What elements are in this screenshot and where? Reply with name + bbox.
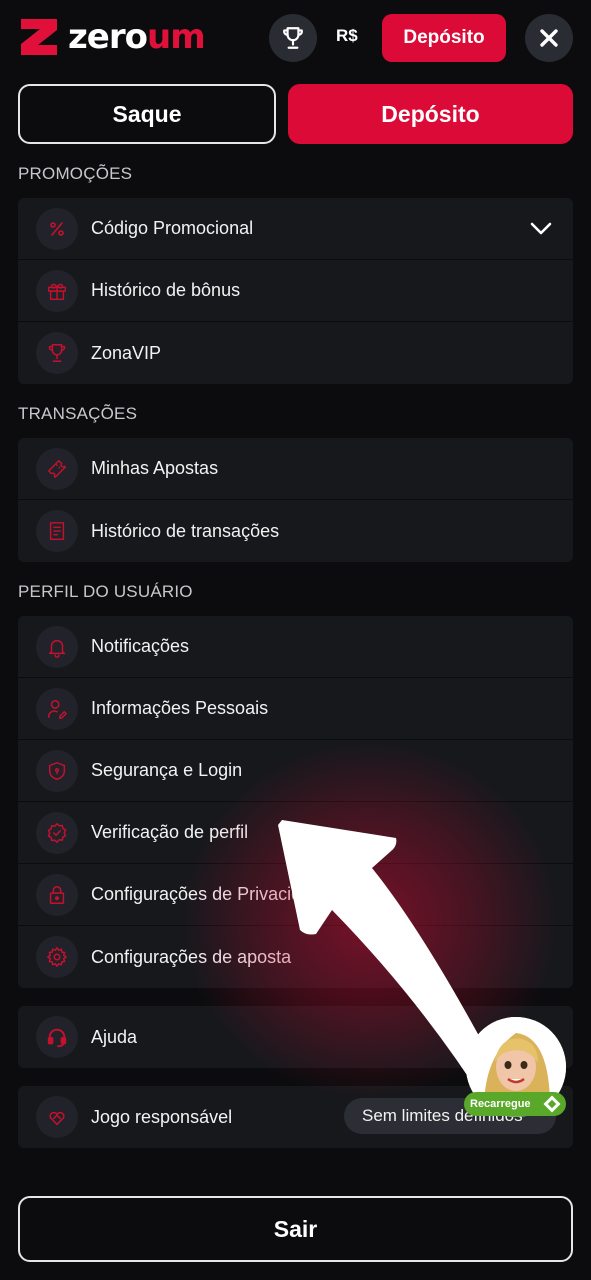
menu-item-bonus-history[interactable]: Histórico de bônus bbox=[18, 260, 573, 322]
trophy-button[interactable] bbox=[269, 14, 317, 62]
verified-badge-icon bbox=[36, 811, 78, 854]
menu-item-transaction-history[interactable]: Histórico de transações bbox=[18, 500, 573, 562]
menu-item-label: Verificação de perfil bbox=[91, 822, 249, 842]
menu-item-notifications[interactable]: Notificações bbox=[18, 616, 573, 678]
top-bar: zeroum R$ Depósito bbox=[0, 0, 591, 76]
menu-item-label: Notificações bbox=[91, 636, 190, 656]
gift-icon bbox=[36, 269, 78, 312]
percent-icon bbox=[36, 207, 78, 250]
menu-item-label: Informações Pessoais bbox=[91, 698, 269, 718]
diamond-icon bbox=[543, 1095, 561, 1113]
section-title-promotions: PROMOÇÕES bbox=[18, 164, 133, 183]
user-edit-icon bbox=[36, 687, 78, 730]
headset-icon bbox=[36, 1016, 78, 1058]
promotions-card: Código Promocional Histórico de bônus Zo… bbox=[18, 198, 573, 384]
shield-icon bbox=[36, 749, 78, 792]
header-deposit-button[interactable]: Depósito bbox=[382, 14, 506, 62]
section-title-transactions: TRANSAÇÕES bbox=[18, 404, 138, 423]
logo[interactable]: zeroum bbox=[18, 16, 206, 58]
withdraw-button[interactable]: Saque bbox=[18, 84, 276, 144]
receipt-icon bbox=[36, 510, 78, 552]
heart-hands-icon bbox=[36, 1096, 78, 1138]
menu-item-label: Segurança e Login bbox=[91, 760, 243, 780]
menu-item-personal-info[interactable]: Informações Pessoais bbox=[18, 678, 573, 740]
gear-icon bbox=[36, 936, 78, 978]
ticket-icon bbox=[36, 447, 78, 490]
menu-item-label: Histórico de transações bbox=[91, 520, 280, 541]
currency-label: R$ bbox=[336, 26, 358, 45]
menu-item-privacy-settings[interactable]: Configurações de Privacidade bbox=[18, 864, 573, 926]
menu-item-security-login[interactable]: Segurança e Login bbox=[18, 740, 573, 802]
menu-item-promo-code[interactable]: Código Promocional bbox=[18, 198, 573, 260]
menu-item-my-bets[interactable]: Minhas Apostas bbox=[18, 438, 573, 500]
recharge-badge: Recarregue bbox=[464, 1092, 566, 1116]
menu-item-label: Código Promocional bbox=[91, 218, 254, 238]
lock-icon bbox=[36, 873, 78, 916]
menu-item-label: Configurações de aposta bbox=[91, 946, 292, 967]
section-title-profile: PERFIL DO USUÁRIO bbox=[18, 582, 193, 601]
menu-item-label: Configurações de Privacidade bbox=[91, 884, 332, 904]
transactions-card: Minhas Apostas Histórico de transações bbox=[18, 438, 573, 562]
trophy-icon bbox=[36, 332, 78, 374]
chevron-down-icon[interactable] bbox=[529, 217, 553, 241]
menu-item-bet-settings[interactable]: Configurações de aposta bbox=[18, 926, 573, 988]
menu-item-label: Ajuda bbox=[91, 1026, 138, 1047]
menu-item-label: ZonaVIP bbox=[91, 342, 162, 363]
close-icon bbox=[540, 29, 558, 47]
promo-widget[interactable]: Recarregue bbox=[464, 1017, 566, 1117]
menu-item-label: Histórico de bônus bbox=[91, 280, 241, 300]
bell-icon bbox=[36, 625, 78, 668]
menu-item-label: Jogo responsável bbox=[91, 1106, 233, 1127]
deposit-button[interactable]: Depósito bbox=[288, 84, 573, 144]
menu-item-profile-verification[interactable]: Verificação de perfil bbox=[18, 802, 573, 864]
close-button[interactable] bbox=[525, 14, 573, 62]
menu-item-label: Minhas Apostas bbox=[91, 458, 219, 478]
trophy-icon bbox=[283, 27, 303, 49]
logo-z-mark bbox=[21, 19, 57, 55]
menu-item-zonavip[interactable]: ZonaVIP bbox=[18, 322, 573, 384]
logo-wordmark: zeroum bbox=[68, 17, 206, 57]
logout-button[interactable]: Sair bbox=[18, 1196, 573, 1262]
profile-card: Notificações Informações Pessoais Segura… bbox=[18, 616, 573, 988]
